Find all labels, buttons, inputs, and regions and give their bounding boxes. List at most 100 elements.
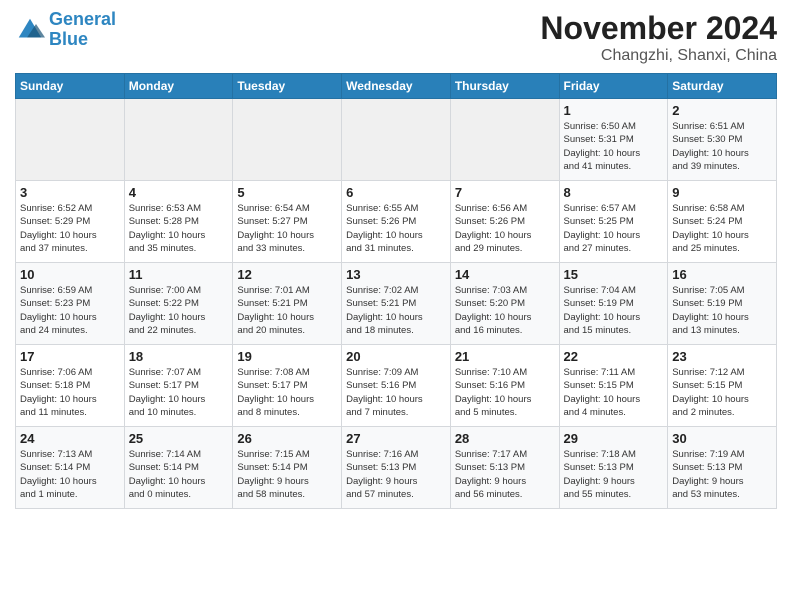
day-info: Sunrise: 7:06 AM Sunset: 5:18 PM Dayligh… xyxy=(20,366,120,419)
col-monday: Monday xyxy=(124,74,233,99)
day-number: 15 xyxy=(564,267,664,282)
day-number: 24 xyxy=(20,431,120,446)
calendar-cell: 7 Sunrise: 6:56 AM Sunset: 5:26 PM Daylig… xyxy=(450,181,559,263)
calendar-cell xyxy=(233,99,342,181)
day-number: 23 xyxy=(672,349,772,364)
month-title: November 2024 xyxy=(540,10,777,47)
calendar-week-5: 24 Sunrise: 7:13 AM Sunset: 5:14 PM Dayli… xyxy=(16,427,777,509)
logo-text: General Blue xyxy=(49,10,116,50)
day-number: 6 xyxy=(346,185,446,200)
day-info: Sunrise: 7:07 AM Sunset: 5:17 PM Dayligh… xyxy=(129,366,229,419)
day-number: 3 xyxy=(20,185,120,200)
calendar-cell: 8 Sunrise: 6:57 AM Sunset: 5:25 PM Daylig… xyxy=(559,181,668,263)
calendar-cell: 22 Sunrise: 7:11 AM Sunset: 5:15 PM Dayli… xyxy=(559,345,668,427)
day-number: 22 xyxy=(564,349,664,364)
day-number: 26 xyxy=(237,431,337,446)
col-sunday: Sunday xyxy=(16,74,125,99)
day-number: 7 xyxy=(455,185,555,200)
day-info: Sunrise: 7:02 AM Sunset: 5:21 PM Dayligh… xyxy=(346,284,446,337)
calendar-cell: 29 Sunrise: 7:18 AM Sunset: 5:13 PM Dayli… xyxy=(559,427,668,509)
calendar-cell: 28 Sunrise: 7:17 AM Sunset: 5:13 PM Dayli… xyxy=(450,427,559,509)
day-number: 29 xyxy=(564,431,664,446)
day-info: Sunrise: 6:52 AM Sunset: 5:29 PM Dayligh… xyxy=(20,202,120,255)
calendar-cell: 23Sunrise: 7:12 AM Sunset: 5:15 PM Dayli… xyxy=(668,345,777,427)
day-number: 2 xyxy=(672,103,772,118)
calendar-cell: 21Sunrise: 7:10 AM Sunset: 5:16 PM Dayli… xyxy=(450,345,559,427)
calendar-cell: 25 Sunrise: 7:14 AM Sunset: 5:14 PM Dayli… xyxy=(124,427,233,509)
calendar-cell xyxy=(450,99,559,181)
day-number: 21 xyxy=(455,349,555,364)
day-info: Sunrise: 6:56 AM Sunset: 5:26 PM Dayligh… xyxy=(455,202,555,255)
col-friday: Friday xyxy=(559,74,668,99)
col-thursday: Thursday xyxy=(450,74,559,99)
calendar-cell: 20 Sunrise: 7:09 AM Sunset: 5:16 PM Dayli… xyxy=(342,345,451,427)
day-info: Sunrise: 6:53 AM Sunset: 5:28 PM Dayligh… xyxy=(129,202,229,255)
day-number: 16 xyxy=(672,267,772,282)
day-info: Sunrise: 6:58 AM Sunset: 5:24 PM Dayligh… xyxy=(672,202,772,255)
calendar-week-4: 17 Sunrise: 7:06 AM Sunset: 5:18 PM Dayli… xyxy=(16,345,777,427)
day-info: Sunrise: 7:18 AM Sunset: 5:13 PM Dayligh… xyxy=(564,448,664,501)
col-tuesday: Tuesday xyxy=(233,74,342,99)
calendar-cell xyxy=(16,99,125,181)
day-info: Sunrise: 7:11 AM Sunset: 5:15 PM Dayligh… xyxy=(564,366,664,419)
calendar-cell: 9 Sunrise: 6:58 AM Sunset: 5:24 PM Daylig… xyxy=(668,181,777,263)
location: Changzhi, Shanxi, China xyxy=(540,47,777,65)
day-info: Sunrise: 7:08 AM Sunset: 5:17 PM Dayligh… xyxy=(237,366,337,419)
day-number: 19 xyxy=(237,349,337,364)
day-info: Sunrise: 7:00 AM Sunset: 5:22 PM Dayligh… xyxy=(129,284,229,337)
calendar-cell xyxy=(124,99,233,181)
day-info: Sunrise: 7:17 AM Sunset: 5:13 PM Dayligh… xyxy=(455,448,555,501)
day-info: Sunrise: 7:19 AM Sunset: 5:13 PM Dayligh… xyxy=(672,448,772,501)
day-info: Sunrise: 7:13 AM Sunset: 5:14 PM Dayligh… xyxy=(20,448,120,501)
day-info: Sunrise: 6:50 AM Sunset: 5:31 PM Dayligh… xyxy=(564,120,664,173)
page-container: General Blue November 2024 Changzhi, Sha… xyxy=(0,0,792,519)
day-number: 9 xyxy=(672,185,772,200)
calendar-cell: 30Sunrise: 7:19 AM Sunset: 5:13 PM Dayli… xyxy=(668,427,777,509)
calendar-week-3: 10 Sunrise: 6:59 AM Sunset: 5:23 PM Dayli… xyxy=(16,263,777,345)
day-number: 17 xyxy=(20,349,120,364)
calendar-cell: 13 Sunrise: 7:02 AM Sunset: 5:21 PM Dayli… xyxy=(342,263,451,345)
day-info: Sunrise: 7:04 AM Sunset: 5:19 PM Dayligh… xyxy=(564,284,664,337)
day-info: Sunrise: 6:51 AM Sunset: 5:30 PM Dayligh… xyxy=(672,120,772,173)
day-number: 25 xyxy=(129,431,229,446)
day-number: 10 xyxy=(20,267,120,282)
calendar-cell: 3 Sunrise: 6:52 AM Sunset: 5:29 PM Daylig… xyxy=(16,181,125,263)
day-number: 20 xyxy=(346,349,446,364)
day-info: Sunrise: 7:16 AM Sunset: 5:13 PM Dayligh… xyxy=(346,448,446,501)
calendar-cell: 18Sunrise: 7:07 AM Sunset: 5:17 PM Dayli… xyxy=(124,345,233,427)
day-info: Sunrise: 7:05 AM Sunset: 5:19 PM Dayligh… xyxy=(672,284,772,337)
day-info: Sunrise: 6:55 AM Sunset: 5:26 PM Dayligh… xyxy=(346,202,446,255)
header: General Blue November 2024 Changzhi, Sha… xyxy=(15,10,777,65)
day-info: Sunrise: 7:15 AM Sunset: 5:14 PM Dayligh… xyxy=(237,448,337,501)
calendar-cell: 26 Sunrise: 7:15 AM Sunset: 5:14 PM Dayli… xyxy=(233,427,342,509)
calendar-cell: 24 Sunrise: 7:13 AM Sunset: 5:14 PM Dayli… xyxy=(16,427,125,509)
day-info: Sunrise: 6:57 AM Sunset: 5:25 PM Dayligh… xyxy=(564,202,664,255)
calendar-cell: 12Sunrise: 7:01 AM Sunset: 5:21 PM Dayli… xyxy=(233,263,342,345)
day-number: 27 xyxy=(346,431,446,446)
day-info: Sunrise: 7:01 AM Sunset: 5:21 PM Dayligh… xyxy=(237,284,337,337)
day-number: 8 xyxy=(564,185,664,200)
calendar-cell: 27 Sunrise: 7:16 AM Sunset: 5:13 PM Dayli… xyxy=(342,427,451,509)
day-info: Sunrise: 7:03 AM Sunset: 5:20 PM Dayligh… xyxy=(455,284,555,337)
calendar-cell: 4 Sunrise: 6:53 AM Sunset: 5:28 PM Daylig… xyxy=(124,181,233,263)
day-info: Sunrise: 7:09 AM Sunset: 5:16 PM Dayligh… xyxy=(346,366,446,419)
calendar-table: Sunday Monday Tuesday Wednesday Thursday… xyxy=(15,73,777,509)
calendar-cell: 19 Sunrise: 7:08 AM Sunset: 5:17 PM Dayli… xyxy=(233,345,342,427)
header-row: Sunday Monday Tuesday Wednesday Thursday… xyxy=(16,74,777,99)
day-number: 14 xyxy=(455,267,555,282)
day-number: 5 xyxy=(237,185,337,200)
calendar-cell: 17 Sunrise: 7:06 AM Sunset: 5:18 PM Dayli… xyxy=(16,345,125,427)
col-wednesday: Wednesday xyxy=(342,74,451,99)
day-info: Sunrise: 6:59 AM Sunset: 5:23 PM Dayligh… xyxy=(20,284,120,337)
day-number: 4 xyxy=(129,185,229,200)
calendar-cell: 14 Sunrise: 7:03 AM Sunset: 5:20 PM Dayli… xyxy=(450,263,559,345)
logo: General Blue xyxy=(15,10,116,50)
day-number: 28 xyxy=(455,431,555,446)
calendar-cell: 1 Sunrise: 6:50 AM Sunset: 5:31 PM Daylig… xyxy=(559,99,668,181)
day-number: 13 xyxy=(346,267,446,282)
day-number: 1 xyxy=(564,103,664,118)
day-info: Sunrise: 7:14 AM Sunset: 5:14 PM Dayligh… xyxy=(129,448,229,501)
calendar-cell: 10 Sunrise: 6:59 AM Sunset: 5:23 PM Dayli… xyxy=(16,263,125,345)
calendar-cell: 16 Sunrise: 7:05 AM Sunset: 5:19 PM Dayli… xyxy=(668,263,777,345)
calendar-cell: 15 Sunrise: 7:04 AM Sunset: 5:19 PM Dayli… xyxy=(559,263,668,345)
